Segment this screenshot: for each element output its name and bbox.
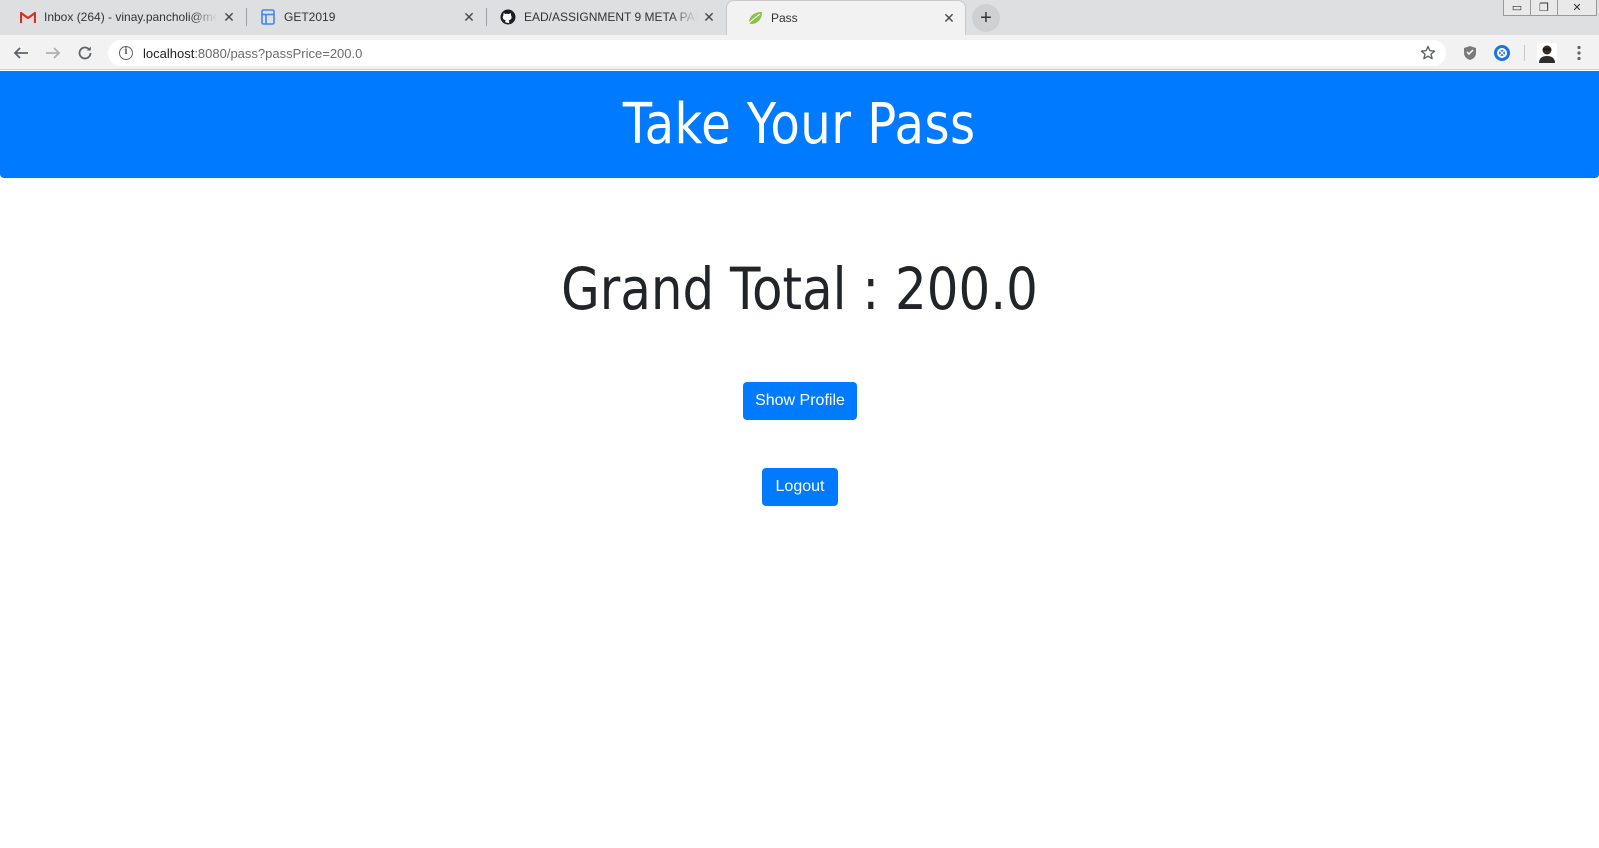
gmail-icon <box>20 9 36 25</box>
page-title: Take Your Pass <box>623 92 976 157</box>
reload-button[interactable] <box>73 41 97 65</box>
forward-button[interactable] <box>41 41 65 65</box>
github-icon <box>500 9 516 25</box>
menu-kebab-icon[interactable] <box>1568 42 1590 64</box>
grand-total: Grand Total : 200.0 <box>561 255 1038 323</box>
tab-title: GET2019 <box>284 10 336 24</box>
close-icon: ✕ <box>1572 2 1582 14</box>
close-icon[interactable]: ✕ <box>461 9 477 25</box>
forward-arrow-icon <box>46 47 61 59</box>
tab-strip: Inbox (264) - vinay.pancholi@me ✕ GET201… <box>0 0 1599 35</box>
url-text: localhost:8080/pass?passPrice=200.0 <box>143 46 362 61</box>
close-icon[interactable]: ✕ <box>701 9 717 25</box>
reload-icon <box>78 46 92 60</box>
new-tab-button[interactable]: + <box>972 4 1000 32</box>
tab-get2019[interactable]: GET2019 ✕ <box>240 0 485 34</box>
tab-github[interactable]: EAD/ASSIGNMENT 9 META PARK ✕ <box>480 0 725 34</box>
toolbar-separator <box>1524 45 1525 61</box>
tab-title: Pass <box>771 11 798 25</box>
back-button[interactable] <box>9 41 33 65</box>
close-icon[interactable]: ✕ <box>941 10 957 26</box>
plus-icon: + <box>980 6 992 29</box>
url-path: :8080/pass?passPrice=200.0 <box>194 45 363 61</box>
restore-button[interactable]: ❐ <box>1530 0 1558 16</box>
minimize-icon: ▭ <box>1511 2 1523 14</box>
extension-shield-icon[interactable] <box>1459 42 1481 64</box>
address-bar[interactable]: i localhost:8080/pass?passPrice=200.0 <box>108 40 1446 66</box>
tab-pass[interactable]: Pass ✕ <box>726 0 966 35</box>
tab-title: Inbox (264) - vinay.pancholi@me <box>44 10 217 24</box>
logout-button[interactable]: Logout <box>762 468 838 506</box>
close-window-button[interactable]: ✕ <box>1557 0 1597 16</box>
page-banner: Take Your Pass <box>0 71 1599 178</box>
restore-icon: ❐ <box>1539 2 1549 14</box>
info-icon[interactable]: i <box>119 46 133 60</box>
spring-leaf-icon <box>747 10 763 26</box>
bookmark-star-icon[interactable] <box>1418 43 1438 63</box>
close-icon[interactable]: ✕ <box>221 9 237 25</box>
minimize-button[interactable]: ▭ <box>1503 0 1531 16</box>
avatar[interactable] <box>1536 42 1558 64</box>
tab-gmail[interactable]: Inbox (264) - vinay.pancholi@me ✕ <box>0 0 245 34</box>
back-arrow-icon <box>13 47 28 59</box>
show-profile-button[interactable]: Show Profile <box>743 382 857 420</box>
extension-blue-icon[interactable] <box>1491 42 1513 64</box>
url-host: localhost <box>143 45 195 61</box>
browser-toolbar: i localhost:8080/pass?passPrice=200.0 <box>0 35 1599 70</box>
sheets-icon <box>260 9 276 25</box>
tab-title: EAD/ASSIGNMENT 9 META PARK <box>524 10 697 24</box>
